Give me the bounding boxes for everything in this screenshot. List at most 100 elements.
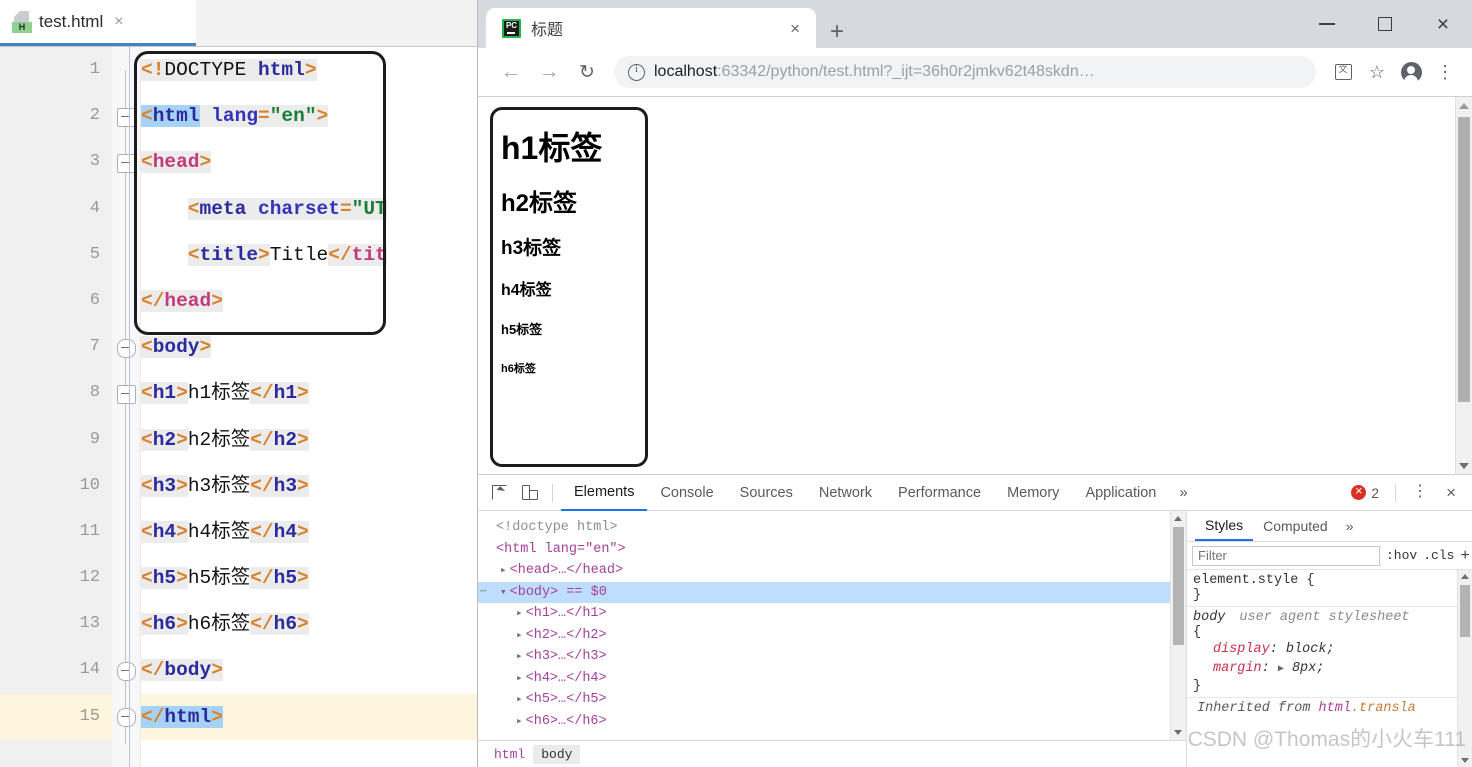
code-line-1[interactable]: <!DOCTYPE html> (141, 47, 477, 93)
ide-tab-test-html[interactable]: H test.html × (0, 0, 196, 46)
back-button[interactable]: ← (494, 55, 528, 89)
code-line-9[interactable]: <h2>h2标签</h2> (141, 417, 477, 463)
declaration-display[interactable]: display: block; (1193, 640, 1472, 659)
tab-elements[interactable]: Elements (561, 475, 648, 511)
scrollbar-thumb[interactable] (1458, 117, 1470, 402)
code-line-6[interactable]: </head> (141, 278, 477, 324)
code-line-12[interactable]: <h5>h5标签</h5> (141, 555, 477, 601)
minimize-button[interactable] (1298, 0, 1356, 48)
dom-row-body[interactable]: ⋯ ▾ <body> == $0 (478, 581, 1186, 603)
breadcrumb-item-html[interactable]: html (486, 745, 533, 764)
close-icon[interactable]: × (114, 13, 123, 30)
code-line-7[interactable]: <body> (141, 324, 477, 370)
translate-icon (1334, 62, 1352, 80)
code-line-2[interactable]: <html lang="en"> (141, 93, 477, 139)
styles-filter-input[interactable] (1192, 545, 1380, 566)
devtools-menu-button[interactable]: ⋮ (1404, 483, 1436, 500)
tab-network[interactable]: Network (806, 475, 885, 511)
tab-computed[interactable]: Computed (1253, 511, 1338, 541)
dom-row-h4[interactable]: ▸ <h4>…</h4> (478, 668, 1186, 690)
site-info-icon[interactable] (628, 63, 645, 81)
scroll-down-icon[interactable] (1459, 463, 1469, 469)
code-line-13[interactable]: <h6>h6标签</h6> (141, 601, 477, 647)
code-line-3[interactable]: <head> (141, 139, 477, 185)
declaration-property[interactable]: margin (1213, 661, 1262, 676)
translate-button[interactable] (1328, 62, 1358, 80)
scroll-up-icon[interactable] (1174, 516, 1182, 521)
tab-memory[interactable]: Memory (994, 475, 1072, 511)
devtools-close-button[interactable]: × (1438, 483, 1464, 503)
tab-close-icon[interactable]: × (784, 18, 806, 39)
profile-button[interactable] (1396, 61, 1426, 84)
expand-twisty-icon[interactable]: ▸ (500, 565, 507, 577)
page-vertical-scrollbar[interactable] (1455, 97, 1472, 475)
forward-button[interactable]: → (532, 55, 566, 89)
chrome-menu-button[interactable]: ⋮ (1430, 63, 1460, 80)
more-styles-chevron-icon[interactable]: » (1338, 518, 1362, 534)
browser-tab[interactable]: 标题 × (486, 8, 816, 48)
bookmark-button[interactable]: ☆ (1362, 62, 1392, 83)
scroll-up-icon[interactable] (1460, 574, 1469, 579)
expand-twisty-icon[interactable]: ▸ (516, 630, 523, 642)
rule-body-user-agent[interactable]: body user agent stylesheet { display: blo… (1187, 607, 1472, 698)
device-toolbar-button[interactable] (514, 478, 544, 508)
declaration-margin[interactable]: margin: ▶ 8px; (1193, 659, 1472, 679)
dom-row-h2[interactable]: ▸ <h2>…</h2> (478, 625, 1186, 647)
scrollbar-thumb[interactable] (1460, 585, 1470, 637)
code-line-5[interactable]: <title>Title</tit (141, 232, 477, 278)
code-text-area[interactable]: <!DOCTYPE html> <html lang="en"> <head> … (113, 47, 477, 767)
expand-twisty-icon[interactable]: ▸ (516, 694, 523, 706)
expand-twisty-icon[interactable]: ▸ (516, 651, 523, 663)
styles-scrollbar[interactable] (1457, 570, 1472, 767)
declaration-value[interactable]: : block; (1270, 642, 1335, 657)
expand-twisty-icon[interactable]: ▸ (516, 608, 523, 620)
expand-triangle-icon[interactable]: ▶ (1278, 664, 1284, 675)
window-close-button[interactable]: × (1414, 0, 1472, 48)
scroll-down-icon[interactable] (1174, 730, 1182, 735)
expand-twisty-icon[interactable]: ▸ (516, 673, 523, 685)
dom-tree[interactable]: <!doctype html> <html lang="en"> ▸ <head>… (478, 511, 1186, 740)
declaration-value[interactable]: : ▶ 8px; (1262, 661, 1325, 676)
error-badge[interactable]: 2 (1343, 482, 1387, 501)
code-line-15[interactable]: </html> (141, 693, 477, 740)
tab-styles[interactable]: Styles (1195, 511, 1254, 541)
dom-row-h1[interactable]: ▸ <h1>…</h1> (478, 603, 1186, 625)
dom-row-doctype[interactable]: <!doctype html> (478, 517, 1186, 539)
line-number: 11 (79, 521, 100, 541)
dom-row-h5[interactable]: ▸ <h5>…</h5> (478, 689, 1186, 711)
code-line-10[interactable]: <h3>h3标签</h3> (141, 463, 477, 509)
expand-twisty-icon[interactable]: ▸ (516, 716, 523, 728)
collapse-twisty-icon[interactable]: ▾ (500, 587, 507, 599)
inspect-element-button[interactable] (484, 478, 514, 508)
scroll-up-icon[interactable] (1459, 103, 1469, 109)
code-line-14[interactable]: </body> (141, 647, 477, 693)
dom-row-h6[interactable]: ▸ <h6>…</h6> (478, 711, 1186, 733)
dom-row-html[interactable]: <html lang="en"> (478, 539, 1186, 561)
tab-application[interactable]: Application (1072, 475, 1169, 511)
class-toggle[interactable]: .cls (1423, 548, 1454, 563)
more-tabs-chevron-icon[interactable]: » (1169, 484, 1197, 501)
hover-state-toggle[interactable]: :hov (1386, 548, 1417, 563)
address-bar[interactable]: localhost:63342/python/test.html?_ijt=36… (614, 56, 1316, 88)
rule-selector[interactable]: body (1193, 610, 1225, 625)
maximize-button[interactable] (1356, 0, 1414, 48)
tab-performance[interactable]: Performance (885, 475, 994, 511)
dom-tree-scrollbar[interactable] (1170, 511, 1186, 740)
code-line-8[interactable]: <h1>h1标签</h1> (141, 370, 477, 416)
code-editor[interactable]: 1 2 3 4 5 6 7 8 9 10 11 12 13 14 15 <!DO… (0, 47, 477, 767)
new-style-rule-button[interactable]: + (1460, 547, 1472, 565)
rule-element-style[interactable]: element.style { } (1187, 570, 1472, 607)
reload-button[interactable]: ↻ (570, 55, 604, 89)
declaration-property[interactable]: display (1213, 642, 1270, 657)
breadcrumb-item-body[interactable]: body (533, 744, 581, 764)
dom-row-h3[interactable]: ▸ <h3>…</h3> (478, 646, 1186, 668)
code-line-11[interactable]: <h4>h4标签</h4> (141, 509, 477, 555)
tab-console[interactable]: Console (647, 475, 726, 511)
dom-row-head[interactable]: ▸ <head>…</head> (478, 560, 1186, 582)
new-tab-button[interactable]: + (816, 20, 858, 48)
tab-sources[interactable]: Sources (727, 475, 806, 511)
scroll-down-icon[interactable] (1460, 758, 1469, 763)
scrollbar-thumb[interactable] (1173, 527, 1184, 645)
inherited-source-tag[interactable]: html (1319, 701, 1351, 716)
code-line-4[interactable]: <meta charset="UT (141, 186, 477, 232)
